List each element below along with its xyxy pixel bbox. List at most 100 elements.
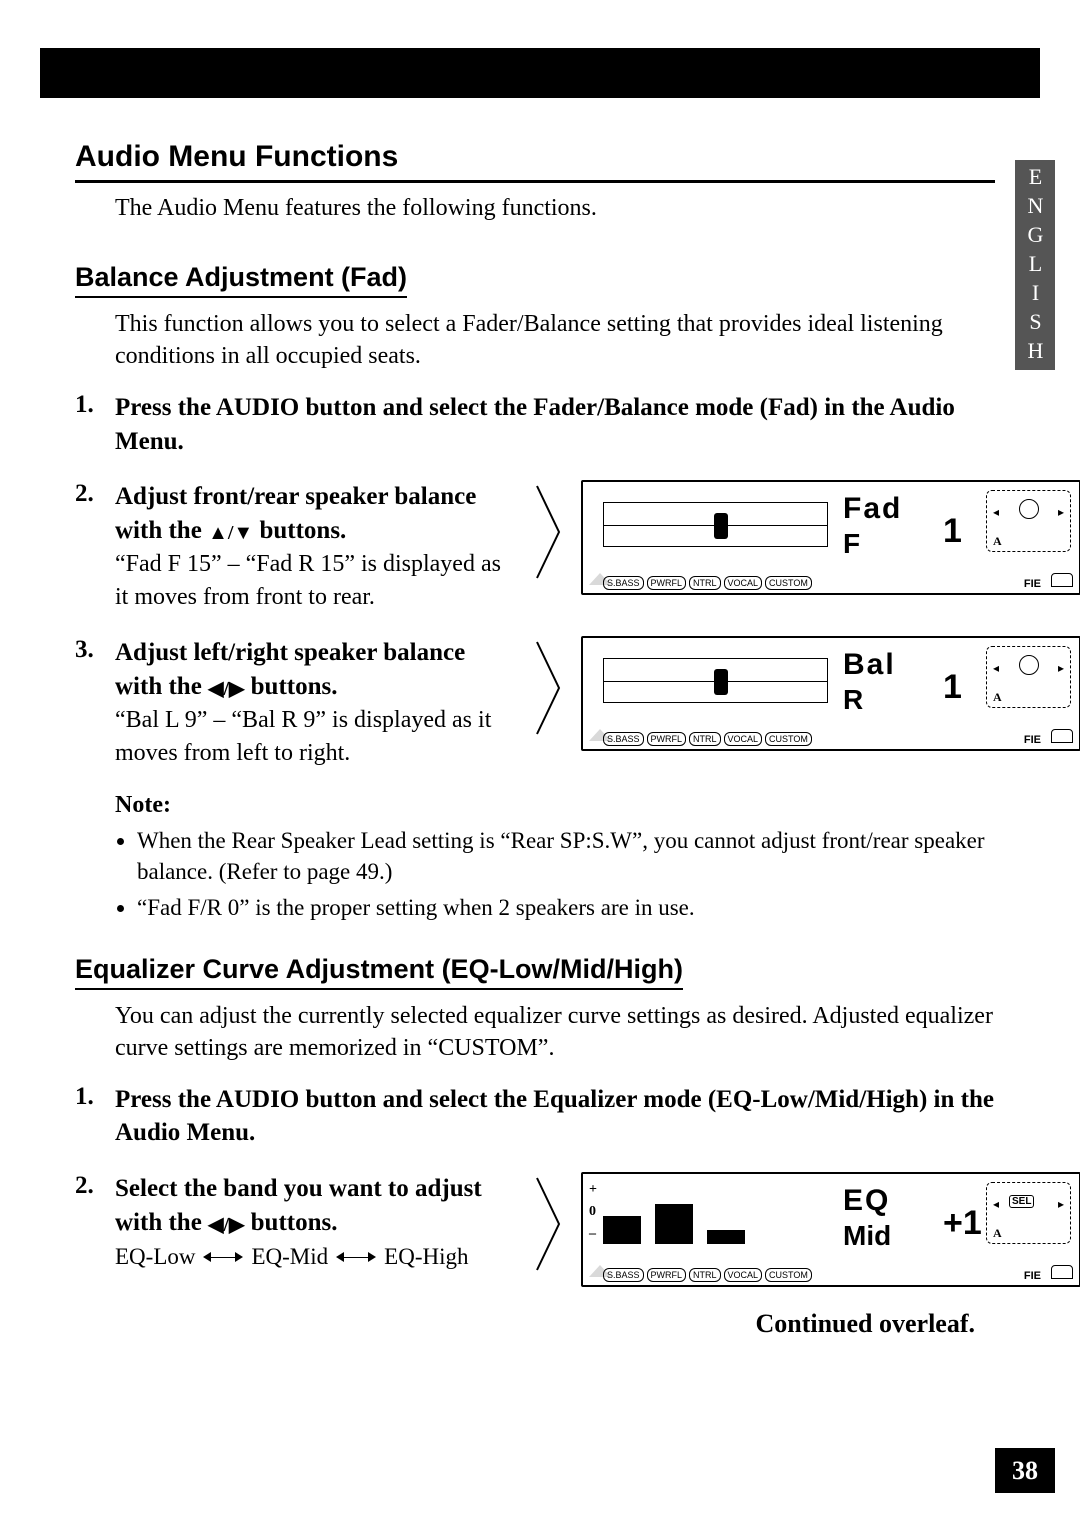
preset-pwrfl: PWRFL (647, 576, 687, 590)
minus-label: – (589, 1226, 596, 1242)
a-label: A (993, 534, 1002, 549)
step-number: 1. (75, 391, 105, 459)
preset-vocal: VOCAL (724, 1268, 763, 1282)
eq-flow-high: EQ-High (384, 1244, 468, 1270)
lcd-display-bal: Bal R 1 ◂▸A S.BASS PWRFL NTRL VOCAL CUST… (581, 636, 1080, 751)
step-number: 2. (75, 480, 105, 614)
language-tab: ENGLISH (1015, 160, 1055, 370)
right-arrow-icon: ▸ (1058, 1197, 1064, 1212)
car-icon (1051, 1265, 1073, 1279)
eq-bar-low-icon (603, 1216, 641, 1244)
continued-text: Continued overleaf. (75, 1309, 975, 1339)
note-item: “Fad F/R 0” is the proper setting when 2… (137, 892, 995, 924)
dial-indicator: ◂ ▸ A (986, 490, 1071, 552)
eq-flow-low: EQ-Low (115, 1244, 195, 1270)
left-right-triangle-icon: ◀/▶ (208, 678, 244, 700)
eq-bar-high-icon (707, 1230, 745, 1244)
double-arrow-icon (203, 1250, 243, 1264)
display-line1: Fad (843, 492, 902, 526)
step-title: Adjust front/rear speaker balance with t… (115, 480, 515, 548)
slider-graphic (603, 658, 828, 703)
step-number: 2. (75, 1172, 105, 1287)
note-item: When the Rear Speaker Lead setting is “R… (137, 825, 995, 888)
step-title: Adjust left/right speaker balance with t… (115, 636, 515, 704)
eq-bar-graphic (603, 1186, 828, 1244)
step-number: 1. (75, 1083, 105, 1151)
slider-knob-icon (714, 513, 728, 539)
display-line2: R (843, 684, 863, 716)
right-arrow-icon: ▸ (1058, 505, 1064, 520)
preset-pwrfl: PWRFL (647, 1268, 687, 1282)
dial-icon (1019, 655, 1039, 675)
step-title: Select the band you want to adjust with … (115, 1172, 515, 1240)
up-down-triangle-icon: ▲/▼ (208, 522, 253, 544)
car-icon (1051, 729, 1073, 743)
preset-vocal: VOCAL (724, 732, 763, 746)
step-title: Press the AUDIO button and select the Eq… (115, 1083, 995, 1151)
pointer-icon (533, 638, 563, 738)
preset-ntrl: NTRL (689, 1268, 721, 1282)
fie-label: FIE (1024, 1270, 1041, 1282)
language-label: ENGLISH (1022, 164, 1048, 367)
step-subtext: “Fad F 15” – “Fad R 15” is displayed as … (115, 548, 515, 614)
eq-flow-mid: EQ-Mid (251, 1244, 328, 1270)
eq-step-2: 2. Select the band you want to adjust wi… (75, 1172, 995, 1287)
eq-step-1: 1. Press the AUDIO button and select the… (75, 1083, 995, 1151)
car-icon (1051, 573, 1073, 587)
step-subtext: “Bal L 9” – “Bal R 9” is displayed as it… (115, 704, 515, 770)
lcd-display-fad: Fad F 1 ◂ ▸ A S.BASS PWRFL NTRL VOCAL CUST… (581, 480, 1080, 595)
intro-text: The Audio Menu features the following fu… (115, 195, 995, 222)
lcd-display-eq: + 0 – EQ Mid +1 ◂SEL▸A S.BASS PWRFL (581, 1172, 1080, 1287)
preset-ntrl: NTRL (689, 732, 721, 746)
pointer-icon (533, 1174, 563, 1274)
balance-step-1: 1. Press the AUDIO button and select the… (75, 391, 995, 459)
slider-knob-icon (714, 669, 728, 695)
right-arrow-icon: ▸ (1058, 661, 1064, 676)
step-title: Press the AUDIO button and select the Fa… (115, 391, 995, 459)
shade-icon (589, 1265, 611, 1279)
display-line1: Bal (843, 648, 896, 682)
zero-label: 0 (589, 1204, 596, 1220)
dial-indicator: ◂▸A (986, 646, 1071, 708)
balance-description: This function allows you to select a Fad… (115, 308, 995, 373)
step-number: 3. (75, 636, 105, 770)
balance-step-2: 2. Adjust front/rear speaker balance wit… (75, 480, 995, 614)
display-line1: EQ (843, 1184, 890, 1218)
left-arrow-icon: ◂ (993, 1197, 999, 1212)
shade-icon (589, 729, 611, 743)
preset-custom: CUSTOM (765, 732, 812, 746)
preset-vocal: VOCAL (724, 576, 763, 590)
header-bar (40, 48, 1040, 98)
display-value: +1 (943, 1204, 982, 1243)
display-line2: Mid (843, 1220, 891, 1252)
subsection-balance-heading: Balance Adjustment (Fad) (75, 262, 407, 298)
fie-label: FIE (1024, 734, 1041, 746)
preset-row: S.BASS PWRFL NTRL VOCAL CUSTOM (603, 732, 949, 746)
preset-custom: CUSTOM (765, 576, 812, 590)
note-title: Note: (115, 792, 995, 819)
content-area: Audio Menu Functions The Audio Menu feat… (75, 140, 995, 1339)
plus-label: + (589, 1182, 597, 1198)
sel-label: SEL (1009, 1195, 1034, 1208)
eq-description: You can adjust the currently selected eq… (115, 1000, 995, 1065)
a-label: A (993, 1226, 1002, 1241)
note-block: Note: When the Rear Speaker Lead setting… (115, 792, 995, 924)
section-heading: Audio Menu Functions (75, 140, 995, 183)
double-arrow-icon (336, 1250, 376, 1264)
left-right-triangle-icon: ◀/▶ (208, 1214, 244, 1236)
dial-indicator: ◂ SEL ▸ A (986, 1182, 1071, 1244)
preset-custom: CUSTOM (765, 1268, 812, 1282)
display-value: 1 (943, 512, 962, 551)
preset-row: S.BASS PWRFL NTRL VOCAL CUSTOM (603, 1268, 949, 1282)
a-label: A (993, 690, 1002, 705)
left-arrow-icon: ◂ (993, 505, 999, 520)
balance-step-3: 3. Adjust left/right speaker balance wit… (75, 636, 995, 770)
display-value: 1 (943, 668, 962, 707)
display-line2: F (843, 528, 860, 560)
preset-ntrl: NTRL (689, 576, 721, 590)
dial-icon (1019, 499, 1039, 519)
preset-row: S.BASS PWRFL NTRL VOCAL CUSTOM (603, 576, 949, 590)
eq-flow: EQ-Low EQ-Mid EQ-High (115, 1244, 515, 1270)
page: ENGLISH 38 Audio Menu Functions The Audi… (0, 0, 1080, 1533)
preset-pwrfl: PWRFL (647, 732, 687, 746)
